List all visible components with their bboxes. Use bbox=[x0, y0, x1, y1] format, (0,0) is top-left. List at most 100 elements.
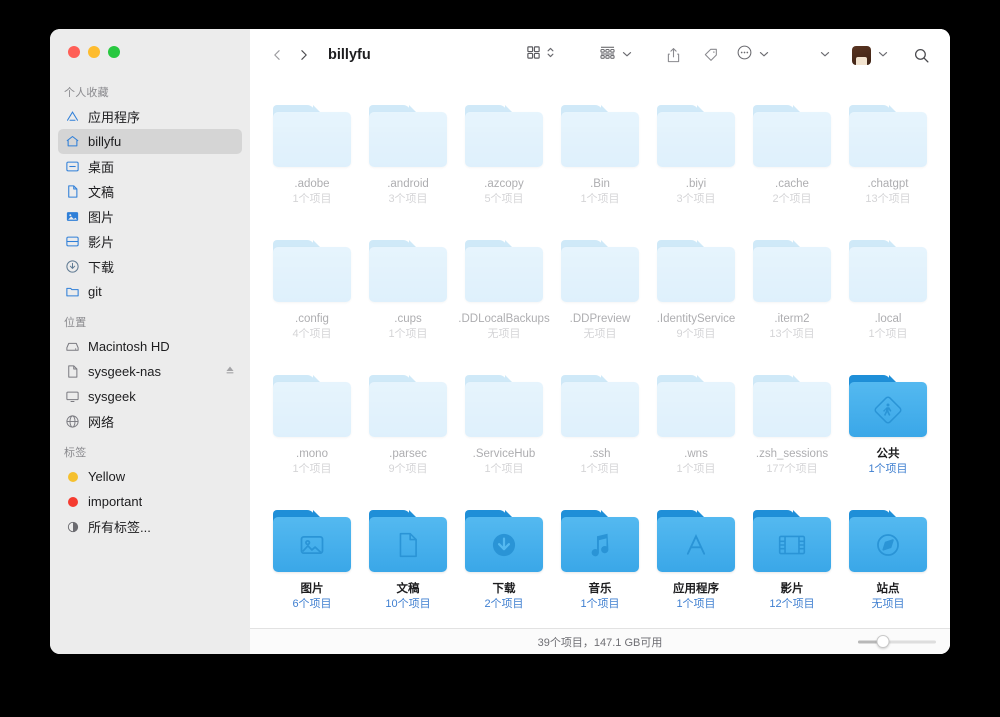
folder-icon bbox=[561, 375, 639, 437]
sidebar-item-billyfu[interactable]: billyfu bbox=[58, 129, 242, 154]
file-item[interactable]: .wns 1个项目 bbox=[648, 367, 744, 502]
file-item[interactable]: .chatgpt 13个项目 bbox=[840, 97, 936, 232]
grid-view-icon[interactable] bbox=[526, 45, 541, 65]
eject-icon[interactable] bbox=[224, 364, 236, 379]
close-button[interactable] bbox=[68, 46, 80, 58]
chevron-down-icon[interactable] bbox=[622, 46, 632, 64]
movies-folder-icon bbox=[753, 510, 831, 572]
file-count: 10个项目 bbox=[385, 597, 430, 611]
file-item[interactable]: .mono 1个项目 bbox=[264, 367, 360, 502]
sidebar-item-applications[interactable]: 应用程序 bbox=[58, 104, 242, 129]
file-name: .adobe bbox=[294, 177, 329, 191]
sidebar-tag-important[interactable]: important bbox=[58, 489, 242, 514]
file-item[interactable]: .cups 1个项目 bbox=[360, 232, 456, 367]
file-name: .iterm2 bbox=[774, 312, 809, 326]
file-item[interactable]: 文稿 10个项目 bbox=[360, 502, 456, 628]
view-mode-control[interactable] bbox=[526, 45, 555, 65]
file-count: 2个项目 bbox=[772, 192, 811, 206]
file-item[interactable]: 下载 2个项目 bbox=[456, 502, 552, 628]
sidebar-item-movies[interactable]: 影片 bbox=[58, 229, 242, 254]
finder-window: 个人收藏 应用程序 billyfu 桌面 文稿 bbox=[50, 29, 950, 654]
file-item[interactable]: .android 3个项目 bbox=[360, 97, 456, 232]
file-item[interactable]: .ServiceHub 1个项目 bbox=[456, 367, 552, 502]
back-button[interactable] bbox=[264, 42, 290, 68]
file-item[interactable]: 影片 12个项目 bbox=[744, 502, 840, 628]
sidebar-item-label: 图片 bbox=[88, 207, 114, 226]
file-count: 5个项目 bbox=[484, 192, 523, 206]
file-item[interactable]: .cache 2个项目 bbox=[744, 97, 840, 232]
chevron-down-icon[interactable] bbox=[820, 46, 830, 64]
sidebar-all-tags[interactable]: 所有标签... bbox=[58, 514, 242, 539]
file-count: 1个项目 bbox=[676, 597, 715, 611]
file-item[interactable]: .zsh_sessions 177个项目 bbox=[744, 367, 840, 502]
group-by-control[interactable] bbox=[599, 45, 632, 65]
chevron-down-icon[interactable] bbox=[878, 46, 888, 64]
file-name: .ServiceHub bbox=[473, 447, 536, 461]
file-count: 13个项目 bbox=[769, 327, 814, 341]
sidebar-item-label: important bbox=[88, 494, 142, 509]
status-text: 39个项目，147.1 GB可用 bbox=[250, 634, 950, 650]
sidebar-item-label: git bbox=[88, 284, 102, 299]
folder-icon bbox=[273, 105, 351, 167]
file-count: 6个项目 bbox=[292, 597, 331, 611]
file-name: .DDPreview bbox=[570, 312, 631, 326]
folder-icon bbox=[561, 105, 639, 167]
slider-knob[interactable] bbox=[876, 635, 889, 648]
sidebar-item-downloads[interactable]: 下载 bbox=[58, 254, 242, 279]
more-actions-icon[interactable] bbox=[736, 44, 753, 66]
sidebar-item-desktop[interactable]: 桌面 bbox=[58, 154, 242, 179]
file-count: 1个项目 bbox=[292, 462, 331, 476]
file-item[interactable]: .Bin 1个项目 bbox=[552, 97, 648, 232]
user-avatar[interactable] bbox=[852, 46, 871, 65]
file-count: 1个项目 bbox=[292, 192, 331, 206]
sidebar-item-documents[interactable]: 文稿 bbox=[58, 179, 242, 204]
more-actions-control[interactable] bbox=[736, 44, 769, 66]
sidebar-item-network[interactable]: 网络 bbox=[58, 409, 242, 434]
tag-button[interactable] bbox=[698, 42, 724, 68]
folder-icon bbox=[753, 240, 831, 302]
group-by-icon[interactable] bbox=[599, 45, 616, 65]
file-item[interactable]: .config 4个项目 bbox=[264, 232, 360, 367]
file-item[interactable]: 图片 6个项目 bbox=[264, 502, 360, 628]
file-item[interactable]: 应用程序 1个项目 bbox=[648, 502, 744, 628]
harddisk-icon bbox=[64, 338, 81, 355]
user-account-control[interactable] bbox=[852, 46, 888, 65]
file-name: .DDLocalBackups bbox=[458, 312, 549, 326]
file-item[interactable]: 音乐 1个项目 bbox=[552, 502, 648, 628]
sidebar-item-pictures[interactable]: 图片 bbox=[58, 204, 242, 229]
sidebar-tag-yellow[interactable]: Yellow bbox=[58, 464, 242, 489]
file-count: 177个项目 bbox=[766, 462, 817, 476]
file-count: 无项目 bbox=[584, 327, 617, 341]
file-item[interactable]: .iterm2 13个项目 bbox=[744, 232, 840, 367]
icon-size-slider[interactable] bbox=[858, 640, 936, 643]
file-item[interactable]: .parsec 9个项目 bbox=[360, 367, 456, 502]
file-item[interactable]: .biyi 3个项目 bbox=[648, 97, 744, 232]
file-item[interactable]: .DDPreview 无项目 bbox=[552, 232, 648, 367]
sidebar-item-git[interactable]: git bbox=[58, 279, 242, 304]
file-item[interactable]: .IdentityService 9个项目 bbox=[648, 232, 744, 367]
sidebar-item-sysgeek[interactable]: sysgeek bbox=[58, 384, 242, 409]
file-name: 图片 bbox=[301, 582, 324, 596]
tag-dot-icon bbox=[64, 493, 81, 510]
file-item[interactable]: 公共 1个项目 bbox=[840, 367, 936, 502]
file-item[interactable]: .adobe 1个项目 bbox=[264, 97, 360, 232]
overflow-chevron-control[interactable] bbox=[819, 46, 830, 64]
file-item[interactable]: .DDLocalBackups 无项目 bbox=[456, 232, 552, 367]
file-item[interactable]: 站点 无项目 bbox=[840, 502, 936, 628]
sidebar-item-macintosh-hd[interactable]: Macintosh HD bbox=[58, 334, 242, 359]
sidebar-item-sysgeek-nas[interactable]: sysgeek-nas bbox=[58, 359, 242, 384]
chevron-down-icon[interactable] bbox=[759, 46, 769, 64]
file-item[interactable]: .ssh 1个项目 bbox=[552, 367, 648, 502]
share-button[interactable] bbox=[660, 42, 686, 68]
search-button[interactable] bbox=[908, 42, 934, 68]
documents-icon bbox=[64, 183, 81, 200]
file-name: .cache bbox=[775, 177, 809, 191]
file-item[interactable]: .azcopy 5个项目 bbox=[456, 97, 552, 232]
forward-button[interactable] bbox=[290, 42, 316, 68]
maximize-button[interactable] bbox=[108, 46, 120, 58]
applications-icon bbox=[64, 108, 81, 125]
file-item[interactable]: .local 1个项目 bbox=[840, 232, 936, 367]
view-mode-updown-icon[interactable] bbox=[546, 45, 555, 65]
file-name: .biyi bbox=[686, 177, 706, 191]
minimize-button[interactable] bbox=[88, 46, 100, 58]
